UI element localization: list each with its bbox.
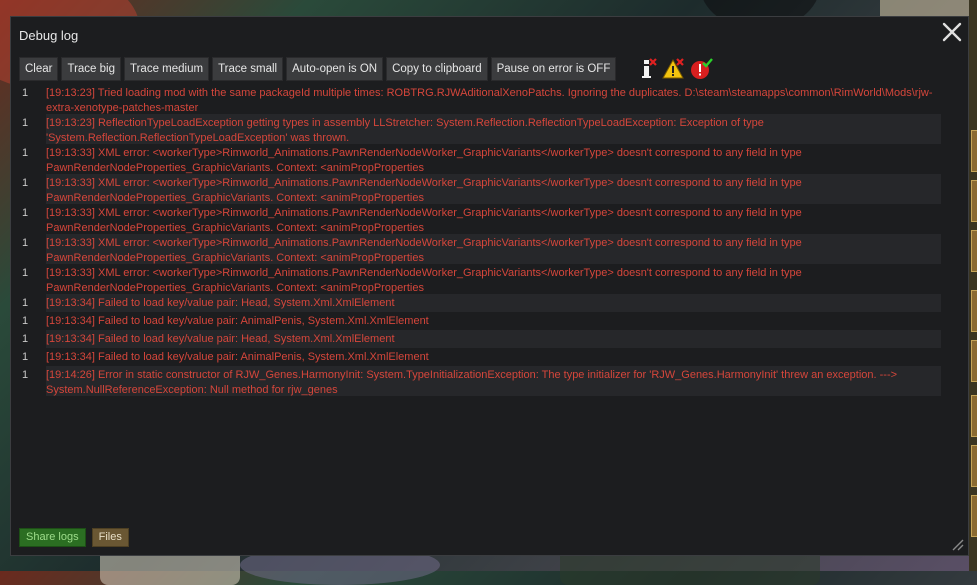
- log-entry-count: 1: [22, 207, 29, 219]
- files-button[interactable]: Files: [91, 528, 129, 547]
- log-entry-count: 1: [22, 147, 29, 159]
- resize-handle-icon[interactable]: [950, 537, 964, 551]
- log-entry[interactable]: 1 [19:14:26] Error in static constructor …: [11, 366, 957, 396]
- log-entry-count: 1: [22, 117, 29, 129]
- log-entry[interactable]: 1 [19:13:33] XML error: <workerType>Rimwo…: [11, 264, 957, 294]
- footer-bar: Share logs Files: [19, 528, 129, 547]
- log-entry-message: [19:13:34] Failed to load key/value pair…: [46, 315, 429, 327]
- log-entry-message: [19:13:34] Failed to load key/value pair…: [46, 294, 941, 312]
- log-entry-count: 1: [22, 369, 29, 381]
- log-entry[interactable]: 1 [19:13:34] Failed to load key/value pai…: [11, 312, 957, 330]
- log-entry-message: [19:13:23] ReflectionTypeLoadException g…: [46, 114, 941, 144]
- log-entry-count: 1: [22, 351, 29, 363]
- side-tab[interactable]: [971, 180, 977, 222]
- log-entry-count: 1: [22, 237, 29, 249]
- log-entry[interactable]: 1 [19:13:34] Failed to load key/value pai…: [11, 348, 957, 366]
- side-tab[interactable]: [971, 445, 977, 487]
- log-entry-count: 1: [22, 87, 29, 99]
- log-entry-message: [19:14:26] Error in static constructor o…: [46, 366, 941, 396]
- log-entry[interactable]: 1 [19:13:34] Failed to load key/value pai…: [11, 294, 957, 312]
- log-entry-count: 1: [22, 315, 29, 327]
- log-entry[interactable]: 1 [19:13:23] ReflectionTypeLoadException …: [11, 114, 957, 144]
- log-entry-message: [19:13:33] XML error: <workerType>Rimwor…: [46, 147, 802, 174]
- clear-button[interactable]: Clear: [19, 57, 59, 81]
- warning-filter-icon[interactable]: [662, 57, 686, 81]
- close-icon: [942, 22, 962, 42]
- debug-log-window: Debug log Clear Trace big Trace medium T…: [10, 16, 969, 556]
- log-entry-message: [19:13:33] XML error: <workerType>Rimwor…: [46, 267, 802, 294]
- log-entry-message: [19:13:33] XML error: <workerType>Rimwor…: [46, 234, 941, 264]
- log-entry-message: [19:13:33] XML error: <workerType>Rimwor…: [46, 174, 941, 204]
- side-tab[interactable]: [971, 395, 977, 437]
- log-entry[interactable]: 1 [19:13:33] XML error: <workerType>Rimwo…: [11, 144, 957, 174]
- side-tab[interactable]: [971, 130, 977, 172]
- toolbar: Clear Trace big Trace medium Trace small…: [19, 57, 617, 81]
- log-entry-message: [19:13:34] Failed to load key/value pair…: [46, 330, 941, 348]
- pause-on-error-toggle[interactable]: Pause on error is OFF: [490, 57, 617, 81]
- log-entry[interactable]: 1 [19:13:34] Failed to load key/value pai…: [11, 330, 957, 348]
- log-filter-icons: [635, 57, 713, 81]
- trace-small-button[interactable]: Trace small: [212, 57, 284, 81]
- copy-to-clipboard-button[interactable]: Copy to clipboard: [386, 57, 488, 81]
- share-logs-button[interactable]: Share logs: [19, 528, 86, 547]
- log-entry-message: [19:13:33] XML error: <workerType>Rimwor…: [46, 207, 802, 234]
- error-filter-icon[interactable]: [689, 57, 713, 81]
- close-button[interactable]: [940, 20, 964, 44]
- side-tab[interactable]: [971, 290, 977, 332]
- log-entry[interactable]: 1 [19:13:23] Tried loading mod with the s…: [11, 84, 957, 114]
- log-entry-count: 1: [22, 297, 29, 309]
- info-filter-icon[interactable]: [635, 57, 659, 81]
- trace-medium-button[interactable]: Trace medium: [124, 57, 210, 81]
- log-entry-count: 1: [22, 177, 29, 189]
- log-entry[interactable]: 1 [19:13:33] XML error: <workerType>Rimwo…: [11, 204, 957, 234]
- trace-big-button[interactable]: Trace big: [61, 57, 121, 81]
- log-entry-count: 1: [22, 333, 29, 345]
- log-list[interactable]: 1 [19:13:23] Tried loading mod with the s…: [11, 84, 957, 396]
- log-entry-message: [19:13:34] Failed to load key/value pair…: [46, 351, 429, 363]
- log-entry-count: 1: [22, 267, 29, 279]
- log-entry-message: [19:13:23] Tried loading mod with the sa…: [46, 87, 933, 114]
- log-entry[interactable]: 1 [19:13:33] XML error: <workerType>Rimwo…: [11, 174, 957, 204]
- side-tab[interactable]: [971, 230, 977, 272]
- side-tab[interactable]: [971, 340, 977, 382]
- auto-open-toggle[interactable]: Auto-open is ON: [286, 57, 384, 81]
- window-title: Debug log: [19, 28, 79, 43]
- log-entry[interactable]: 1 [19:13:33] XML error: <workerType>Rimwo…: [11, 234, 957, 264]
- side-tab[interactable]: [971, 495, 977, 537]
